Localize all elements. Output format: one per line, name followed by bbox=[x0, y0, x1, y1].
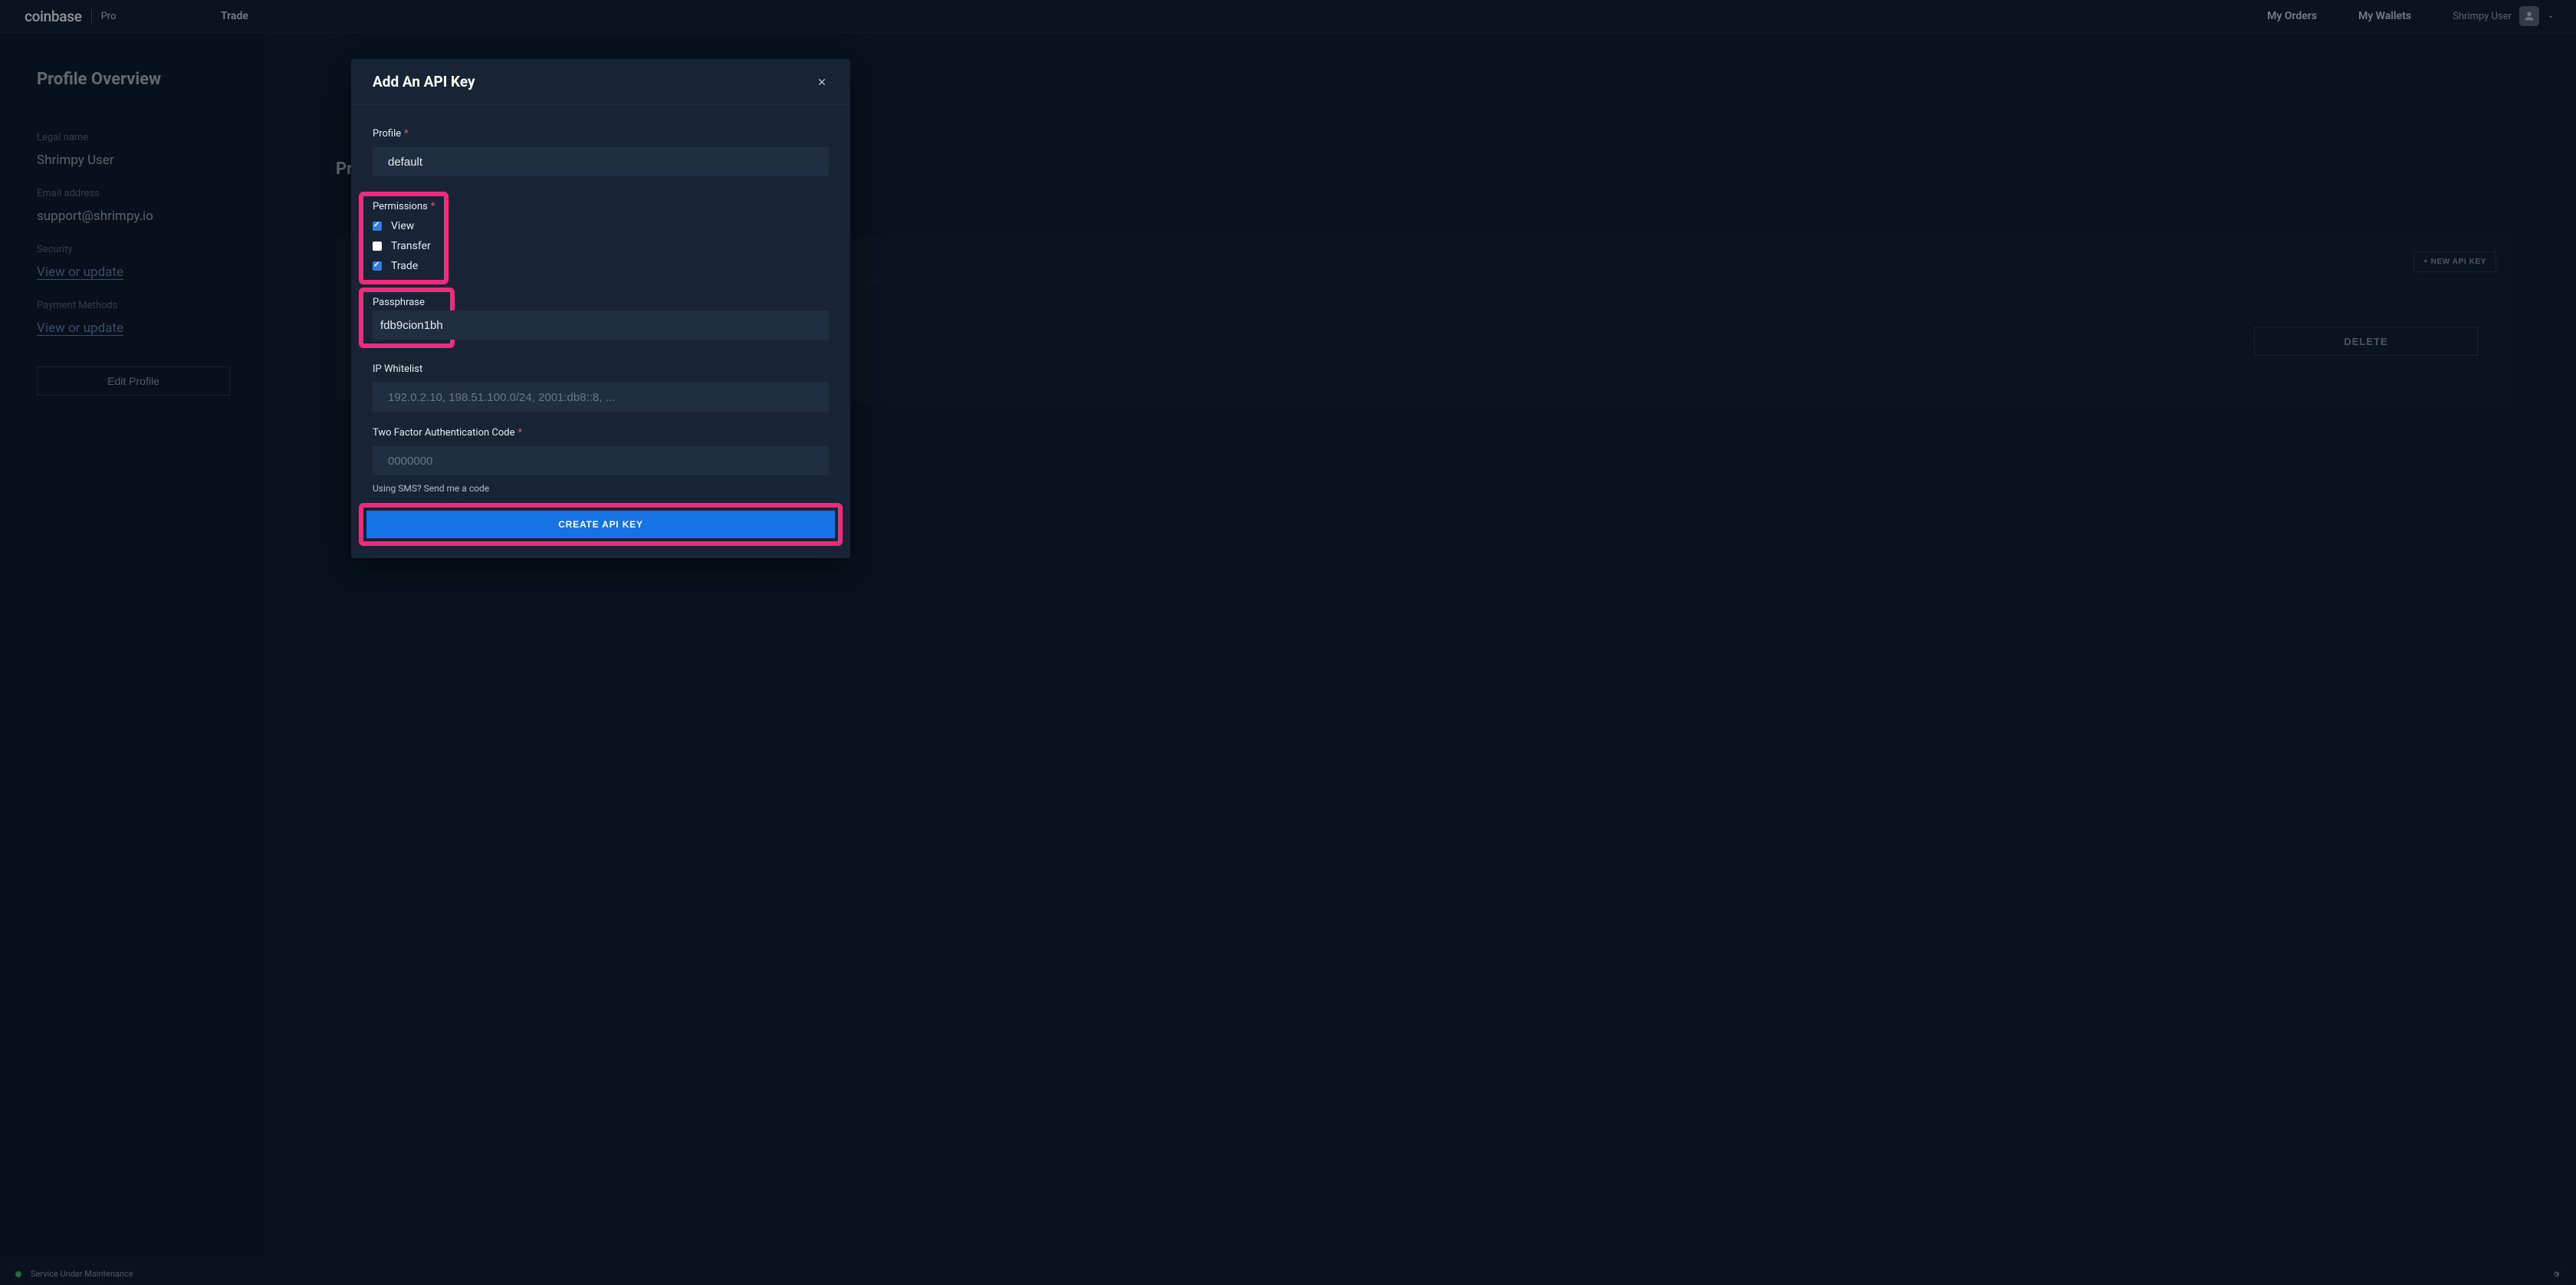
required-icon: * bbox=[404, 128, 409, 140]
passphrase-input[interactable] bbox=[373, 311, 829, 340]
permission-view-label: View bbox=[391, 220, 414, 232]
permission-transfer-row[interactable]: Transfer bbox=[373, 240, 435, 252]
ip-whitelist-label: IP Whitelist bbox=[373, 363, 829, 375]
modal-title: Add An API Key bbox=[373, 73, 475, 90]
ip-whitelist-input[interactable] bbox=[373, 383, 829, 412]
tfa-input[interactable] bbox=[373, 446, 829, 475]
permissions-highlight: Permissions* View Transfer Trade bbox=[359, 192, 449, 284]
checkbox-transfer[interactable] bbox=[373, 242, 382, 251]
add-api-key-modal: Add An API Key Profile* Permissions* Vie… bbox=[351, 59, 850, 558]
tfa-field: Two Factor Authentication Code* Using SM… bbox=[373, 427, 829, 494]
close-icon[interactable] bbox=[815, 75, 829, 89]
modal-header: Add An API Key bbox=[351, 59, 850, 105]
sms-hint[interactable]: Using SMS? Send me a code bbox=[373, 483, 829, 494]
permission-transfer-label: Transfer bbox=[391, 240, 431, 252]
modal-body: Profile* Permissions* View Transfer Trad… bbox=[351, 105, 850, 558]
required-icon: * bbox=[431, 201, 435, 212]
passphrase-input-wrap bbox=[373, 311, 829, 340]
profile-input[interactable] bbox=[373, 147, 829, 176]
create-api-key-button[interactable]: CREATE API KEY bbox=[366, 511, 835, 538]
passphrase-label: Passphrase bbox=[373, 297, 441, 308]
passphrase-field: Passphrase bbox=[373, 288, 829, 348]
permissions-label: Permissions* bbox=[373, 201, 435, 212]
permission-view-row[interactable]: View bbox=[373, 220, 435, 232]
profile-label: Profile* bbox=[373, 128, 829, 140]
permission-trade-row[interactable]: Trade bbox=[373, 260, 435, 272]
tfa-label: Two Factor Authentication Code* bbox=[373, 427, 829, 439]
create-button-highlight: CREATE API KEY bbox=[359, 503, 843, 546]
profile-field: Profile* bbox=[373, 128, 829, 176]
permission-trade-label: Trade bbox=[391, 260, 418, 272]
checkbox-view[interactable] bbox=[373, 222, 382, 231]
required-icon: * bbox=[518, 427, 523, 439]
ip-whitelist-field: IP Whitelist bbox=[373, 363, 829, 412]
checkbox-trade[interactable] bbox=[373, 261, 382, 271]
